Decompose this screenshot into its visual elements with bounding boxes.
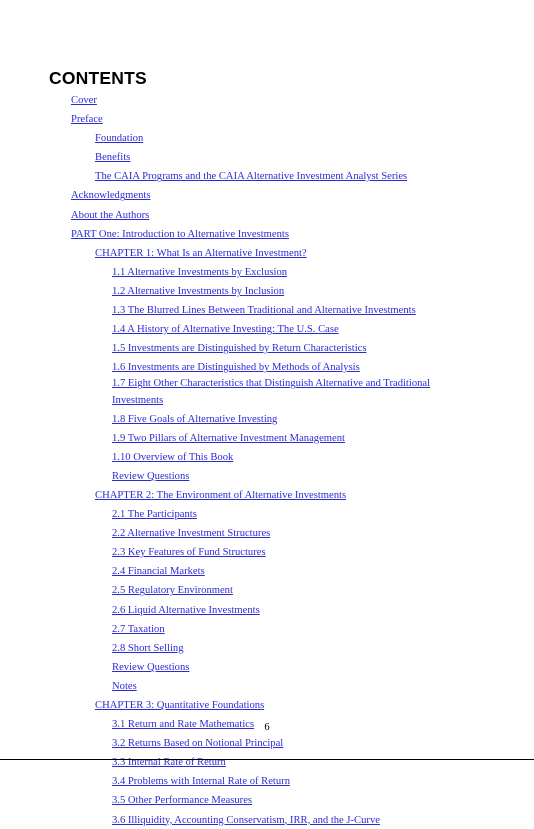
toc-entry: Foundation — [0, 128, 534, 147]
toc-link[interactable]: 1.6 Investments are Distinguished by Met… — [112, 360, 360, 376]
toc-entry: Benefits — [0, 147, 534, 166]
toc-entry: 1.5 Investments are Distinguished by Ret… — [0, 338, 534, 357]
toc-link[interactable]: 2.3 Key Features of Fund Structures — [112, 545, 266, 561]
toc-link[interactable]: 1.5 Investments are Distinguished by Ret… — [112, 341, 367, 357]
toc-link[interactable]: About the Authors — [71, 208, 149, 224]
toc-entry: 3.4 Problems with Internal Rate of Retur… — [0, 771, 534, 790]
toc-link[interactable]: 1.1 Alternative Investments by Exclusion — [112, 265, 287, 281]
toc-entry: 2.8 Short Selling — [0, 638, 534, 657]
toc-entry: About the Authors — [0, 205, 534, 224]
toc-entry: 1.2 Alternative Investments by Inclusion — [0, 281, 534, 300]
toc-link[interactable]: Cover — [71, 93, 97, 109]
toc-entry: 1.1 Alternative Investments by Exclusion — [0, 262, 534, 281]
footer-divider — [0, 759, 534, 761]
toc-entry: 2.2 Alternative Investment Structures — [0, 523, 534, 542]
toc-link[interactable]: 2.5 Regulatory Environment — [112, 583, 233, 599]
toc-link[interactable]: PART One: Introduction to Alternative In… — [71, 227, 289, 243]
toc-link[interactable]: The CAIA Programs and the CAIA Alternati… — [95, 169, 407, 185]
toc-link[interactable]: 3.6 Illiquidity, Accounting Conservatism… — [112, 813, 380, 829]
toc-entry: 3.3 Internal Rate of Return — [0, 752, 534, 771]
toc-link[interactable]: Review Questions — [112, 469, 189, 485]
toc-entry: 2.4 Financial Markets — [0, 561, 534, 580]
page-title: CONTENTS — [49, 68, 147, 88]
toc-entry: Cover — [0, 90, 534, 109]
toc-link[interactable]: CHAPTER 1: What Is an Alternative Invest… — [95, 246, 307, 262]
toc-link[interactable]: Notes — [112, 679, 137, 695]
toc-link[interactable]: Acknowledgments — [71, 188, 150, 204]
toc-entry: 1.9 Two Pillars of Alternative Investmen… — [0, 428, 534, 447]
toc-entry: 3.5 Other Performance Measures — [0, 790, 534, 809]
toc-link[interactable]: 3.2 Returns Based on Notional Principal — [112, 736, 283, 752]
toc-link[interactable]: Foundation — [95, 131, 143, 147]
toc-link[interactable]: 2.4 Financial Markets — [112, 564, 205, 580]
toc-link[interactable]: 3.4 Problems with Internal Rate of Retur… — [112, 774, 290, 790]
toc-entry: 2.7 Taxation — [0, 619, 534, 638]
toc-link[interactable]: 1.3 The Blurred Lines Between Traditiona… — [112, 303, 416, 319]
page-number: 6 — [264, 722, 270, 733]
toc-entry: 1.6 Investments are Distinguished by Met… — [0, 357, 534, 376]
toc-entry: 1.8 Five Goals of Alternative Investing — [0, 409, 534, 428]
toc-entry: 1.4 A History of Alternative Investing: … — [0, 319, 534, 338]
toc-link[interactable]: 1.8 Five Goals of Alternative Investing — [112, 412, 277, 428]
document-page: CONTENTS Cover Preface Foundation Benefits T… — [0, 0, 534, 826]
toc-entry: Review Questions — [0, 657, 534, 676]
toc-entry: Notes — [0, 676, 534, 695]
toc-link[interactable]: CHAPTER 2: The Environment of Alternativ… — [95, 488, 346, 504]
toc-link[interactable]: 1.9 Two Pillars of Alternative Investmen… — [112, 431, 345, 447]
toc-entry: Acknowledgments — [0, 185, 534, 204]
toc-entry: 2.1 The Participants — [0, 504, 534, 523]
toc-link[interactable]: 2.6 Liquid Alternative Investments — [112, 603, 260, 619]
toc-link[interactable]: Benefits — [95, 150, 130, 166]
toc-link[interactable]: 1.2 Alternative Investments by Inclusion — [112, 284, 284, 300]
toc-link[interactable]: 3.5 Other Performance Measures — [112, 793, 252, 809]
toc-entry: 3.6 Illiquidity, Accounting Conservatism… — [0, 810, 534, 829]
table-of-contents: Cover Preface Foundation Benefits The CAIA P… — [0, 90, 534, 829]
toc-entry: 2.3 Key Features of Fund Structures — [0, 542, 534, 561]
toc-entry: 1.7 Eight Other Characteristics that Dis… — [0, 376, 534, 408]
toc-entry: Review Questions — [0, 466, 534, 485]
toc-entry: CHAPTER 1: What Is an Alternative Invest… — [0, 243, 534, 262]
toc-link[interactable]: CHAPTER 3: Quantitative Foundations — [95, 698, 264, 714]
toc-entry: PART One: Introduction to Alternative In… — [0, 224, 534, 243]
toc-link[interactable]: 2.2 Alternative Investment Structures — [112, 526, 270, 542]
toc-entry: 2.6 Liquid Alternative Investments — [0, 600, 534, 619]
toc-entry: 1.3 The Blurred Lines Between Traditiona… — [0, 300, 534, 319]
toc-entry: 3.2 Returns Based on Notional Principal — [0, 733, 534, 752]
toc-link[interactable]: 2.8 Short Selling — [112, 641, 184, 657]
toc-link[interactable]: 1.7 Eight Other Characteristics that Dis… — [112, 376, 478, 408]
toc-link[interactable]: Review Questions — [112, 660, 189, 676]
toc-link[interactable]: 2.7 Taxation — [112, 622, 165, 638]
toc-entry: 1.10 Overview of This Book — [0, 447, 534, 466]
toc-entry: Preface — [0, 109, 534, 128]
toc-link[interactable]: 1.4 A History of Alternative Investing: … — [112, 322, 339, 338]
toc-link[interactable]: 3.3 Internal Rate of Return — [112, 755, 226, 771]
toc-entry: The CAIA Programs and the CAIA Alternati… — [0, 166, 534, 185]
toc-entry: CHAPTER 3: Quantitative Foundations — [0, 695, 534, 714]
toc-link[interactable]: Preface — [71, 112, 103, 128]
toc-entry: CHAPTER 2: The Environment of Alternativ… — [0, 485, 534, 504]
toc-link[interactable]: 1.10 Overview of This Book — [112, 450, 233, 466]
toc-entry: 2.5 Regulatory Environment — [0, 580, 534, 599]
toc-link[interactable]: 2.1 The Participants — [112, 507, 197, 523]
